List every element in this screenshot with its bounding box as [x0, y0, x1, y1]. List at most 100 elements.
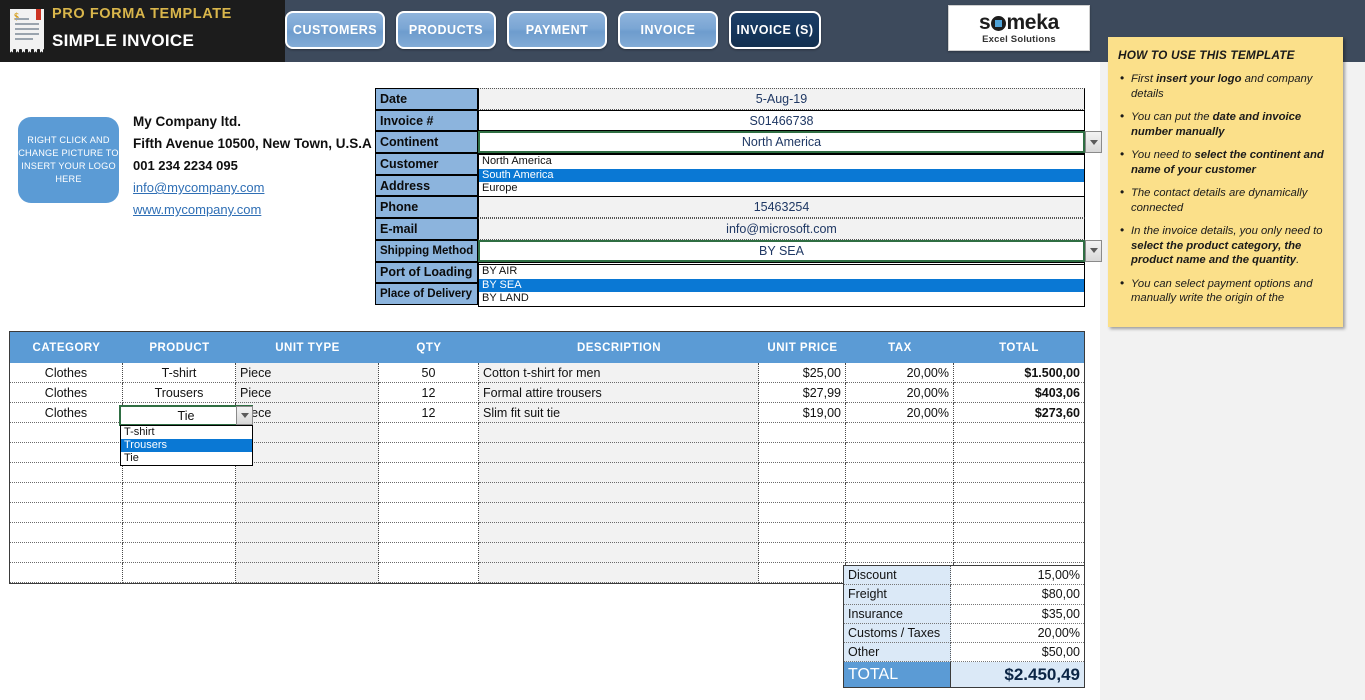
cell-product[interactable] — [123, 563, 236, 583]
cell-product[interactable] — [123, 523, 236, 543]
form-value-invoice-number[interactable]: S01466738 — [478, 109, 1085, 132]
cell-unit-price[interactable] — [759, 443, 846, 463]
form-value-email[interactable]: info@microsoft.com — [478, 218, 1085, 240]
totals-value-customs-taxes[interactable]: 20,00% — [951, 623, 1084, 644]
cell-tax[interactable] — [846, 503, 954, 523]
product-dropdown-arrow-icon[interactable] — [236, 406, 253, 425]
table-row[interactable] — [10, 503, 1084, 523]
cell-unit-type[interactable] — [236, 543, 379, 563]
cell-total[interactable] — [954, 503, 1084, 523]
cell-qty[interactable] — [379, 503, 479, 523]
company-website-link[interactable]: www.mycompany.com — [133, 199, 373, 221]
table-row[interactable]: Clothes T-shirt Piece 50 Cotton t-shirt … — [10, 363, 1084, 383]
cell-unit-type[interactable] — [236, 563, 379, 583]
cell-qty[interactable]: 12 — [379, 403, 479, 423]
product-dropdown-list[interactable]: T-shirt Trousers Tie — [120, 425, 253, 466]
cell-qty[interactable] — [379, 543, 479, 563]
cell-description[interactable] — [479, 563, 759, 583]
product-option-tie[interactable]: Tie — [121, 452, 252, 465]
cell-tax[interactable] — [846, 423, 954, 443]
cell-unit-type[interactable] — [236, 463, 379, 483]
cell-description[interactable] — [479, 463, 759, 483]
shipping-option-by-land[interactable]: BY LAND — [479, 292, 1084, 306]
product-option-trousers[interactable]: Trousers — [121, 439, 252, 452]
totals-value-insurance[interactable]: $35,00 — [951, 604, 1084, 624]
cell-total[interactable] — [954, 543, 1084, 563]
product-option-tshirt[interactable]: T-shirt — [121, 426, 252, 439]
nav-button-customers[interactable]: CUSTOMERS — [285, 11, 385, 49]
cell-category[interactable] — [10, 463, 123, 483]
cell-unit-price[interactable] — [759, 463, 846, 483]
cell-tax[interactable] — [846, 523, 954, 543]
product-cell-selected[interactable]: Tie — [119, 405, 253, 426]
cell-total[interactable] — [954, 463, 1084, 483]
cell-category[interactable] — [10, 563, 123, 583]
shipping-option-by-air[interactable]: BY AIR — [479, 265, 1084, 279]
cell-qty[interactable]: 50 — [379, 363, 479, 383]
continent-dropdown-list[interactable]: North America South America Europe — [478, 154, 1085, 197]
cell-description[interactable] — [479, 503, 759, 523]
form-value-shipping-method[interactable]: BY SEA — [478, 239, 1085, 262]
cell-category[interactable] — [10, 523, 123, 543]
cell-qty[interactable] — [379, 563, 479, 583]
cell-category[interactable] — [10, 443, 123, 463]
shipping-option-by-sea[interactable]: BY SEA — [479, 278, 1084, 292]
cell-unit-type[interactable] — [236, 423, 379, 443]
cell-unit-price[interactable] — [759, 543, 846, 563]
cell-total[interactable] — [954, 523, 1084, 543]
cell-unit-price[interactable] — [759, 483, 846, 503]
cell-unit-type[interactable] — [236, 503, 379, 523]
cell-product[interactable]: Trousers — [123, 383, 236, 403]
logo-placeholder[interactable]: RIGHT CLICK AND CHANGE PICTURE TO INSERT… — [18, 117, 119, 203]
form-value-continent[interactable]: North America — [478, 131, 1085, 154]
cell-tax[interactable] — [846, 443, 954, 463]
nav-button-products[interactable]: PRODUCTS — [396, 11, 496, 49]
cell-total[interactable] — [954, 483, 1084, 503]
shipping-method-dropdown-arrow-icon[interactable] — [1085, 239, 1102, 262]
cell-product[interactable] — [123, 503, 236, 523]
cell-unit-price[interactable] — [759, 423, 846, 443]
cell-description[interactable] — [479, 523, 759, 543]
cell-product[interactable]: T-shirt — [123, 363, 236, 383]
cell-category[interactable] — [10, 423, 123, 443]
form-value-phone[interactable]: 15463254 — [478, 196, 1085, 219]
cell-category[interactable] — [10, 543, 123, 563]
table-row[interactable] — [10, 483, 1084, 503]
table-row[interactable] — [10, 523, 1084, 543]
continent-option-south-america[interactable]: South America — [479, 168, 1084, 182]
cell-qty[interactable] — [379, 423, 479, 443]
cell-unit-type[interactable] — [236, 523, 379, 543]
cell-product[interactable] — [123, 463, 236, 483]
cell-category[interactable] — [10, 483, 123, 503]
totals-value-discount[interactable]: 15,00% — [951, 566, 1084, 586]
cell-tax[interactable] — [846, 463, 954, 483]
cell-qty[interactable] — [379, 443, 479, 463]
cell-unit-type[interactable] — [236, 483, 379, 503]
cell-unit-type[interactable] — [236, 443, 379, 463]
table-row[interactable] — [10, 463, 1084, 483]
cell-description[interactable] — [479, 543, 759, 563]
cell-qty[interactable] — [379, 463, 479, 483]
cell-unit-price[interactable] — [759, 563, 846, 583]
cell-description[interactable] — [479, 483, 759, 503]
cell-unit-price[interactable] — [759, 523, 846, 543]
totals-value-freight[interactable]: $80,00 — [951, 585, 1084, 605]
nav-button-invoice-s[interactable]: INVOICE (S) — [729, 11, 821, 49]
continent-dropdown-arrow-icon[interactable] — [1085, 131, 1102, 154]
nav-button-invoice[interactable]: INVOICE — [618, 11, 718, 49]
cell-category[interactable]: Clothes — [10, 383, 123, 403]
cell-description[interactable] — [479, 443, 759, 463]
nav-button-payment[interactable]: PAYMENT — [507, 11, 607, 49]
cell-qty[interactable]: 12 — [379, 383, 479, 403]
cell-qty[interactable] — [379, 523, 479, 543]
cell-qty[interactable] — [379, 483, 479, 503]
continent-option-europe[interactable]: Europe — [479, 182, 1084, 196]
continent-option-north-america[interactable]: North America — [479, 155, 1084, 169]
cell-category[interactable] — [10, 503, 123, 523]
cell-total[interactable] — [954, 443, 1084, 463]
cell-category[interactable]: Clothes — [10, 363, 123, 383]
cell-product[interactable] — [123, 543, 236, 563]
cell-product[interactable] — [123, 483, 236, 503]
form-value-date[interactable]: 5-Aug-19 — [478, 88, 1085, 110]
cell-tax[interactable] — [846, 543, 954, 563]
